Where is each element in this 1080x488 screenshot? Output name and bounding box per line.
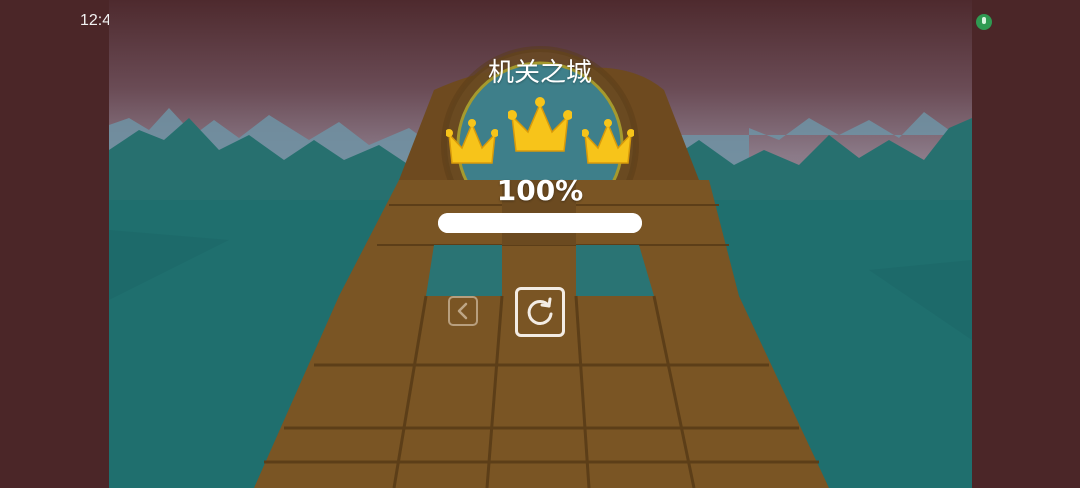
restart-button[interactable]	[515, 287, 565, 337]
progress-bar	[438, 213, 642, 233]
level-title: 机关之城	[487, 58, 592, 88]
restart-icon	[527, 297, 553, 325]
progress-percent: 100%	[496, 174, 584, 207]
crown-icon	[508, 97, 572, 152]
chevron-left-icon	[457, 302, 468, 320]
microphone-icon	[976, 14, 992, 30]
crown-icon	[446, 119, 498, 164]
progress-fill	[438, 213, 642, 233]
crown-icon	[582, 119, 634, 164]
back-button[interactable]	[448, 296, 478, 326]
